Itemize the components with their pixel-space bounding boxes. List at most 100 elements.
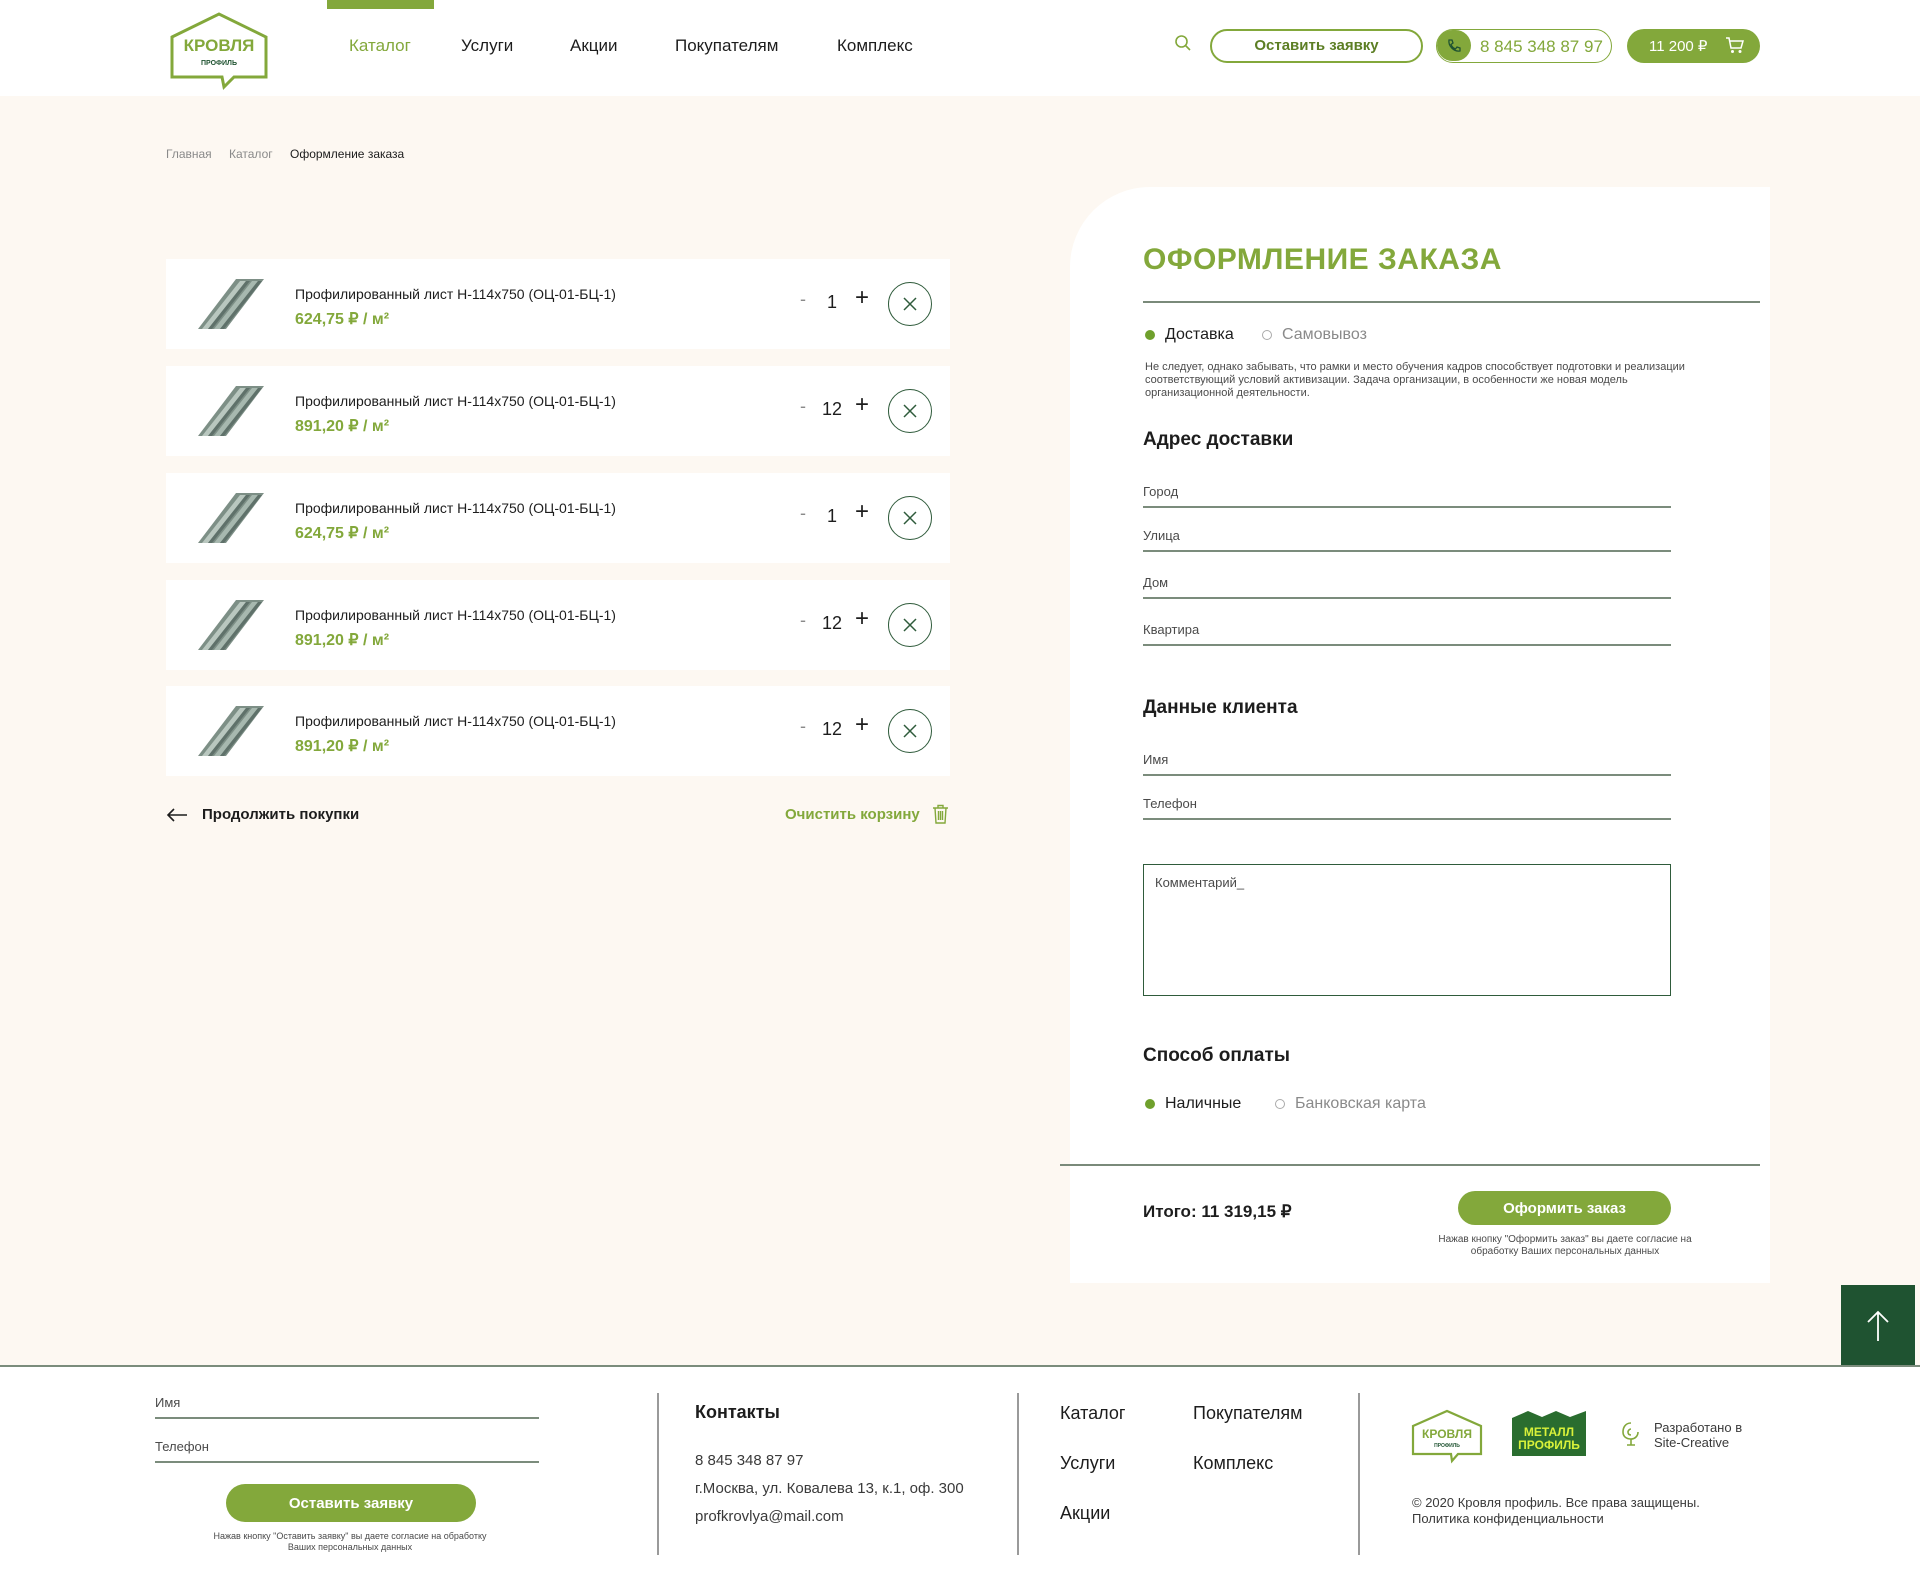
clear-cart-link[interactable]: Очистить корзину	[785, 806, 920, 823]
remove-item-button[interactable]	[888, 282, 932, 326]
continue-shopping-link[interactable]: Продолжить покупки	[202, 806, 359, 823]
scroll-to-top-button[interactable]	[1841, 1285, 1915, 1367]
quantity-value[interactable]: 1	[812, 506, 852, 527]
phone-button[interactable]: 8 845 348 87 97	[1436, 29, 1612, 63]
nav-promotions[interactable]: Акции	[570, 36, 618, 56]
product-name[interactable]: Профилированный лист Н-114х750 (ОЦ-01-БЦ…	[295, 393, 616, 409]
product-name[interactable]: Профилированный лист Н-114х750 (ОЦ-01-БЦ…	[295, 607, 616, 623]
title-divider	[1143, 301, 1760, 303]
quantity-increase-button[interactable]: +	[850, 498, 874, 526]
pickup-option[interactable]: Самовывоз	[1282, 326, 1367, 344]
quantity-increase-button[interactable]: +	[850, 284, 874, 312]
remove-item-button[interactable]	[888, 709, 932, 753]
quantity-decrease-button[interactable]: -	[796, 716, 810, 737]
footer-consent-note: Нажав кнопку "Оставить заявку" вы даете …	[213, 1531, 487, 1552]
nav-services[interactable]: Услуги	[461, 36, 513, 56]
close-icon	[903, 297, 917, 311]
quantity-decrease-button[interactable]: -	[796, 396, 810, 417]
comment-placeholder: Комментарий_	[1155, 875, 1245, 890]
close-icon	[903, 724, 917, 738]
product-name[interactable]: Профилированный лист Н-114х750 (ОЦ-01-БЦ…	[295, 713, 616, 729]
footer-link-promotions[interactable]: Акции	[1060, 1503, 1110, 1524]
house-field[interactable]: Дом	[1143, 569, 1671, 599]
footer-logo-metall-line1: МЕТАЛЛ	[1524, 1425, 1574, 1439]
product-thumbnail[interactable]	[196, 378, 266, 442]
cash-option[interactable]: Наличные	[1165, 1095, 1241, 1113]
trash-icon[interactable]	[932, 804, 949, 824]
developer-line1: Разработано в	[1654, 1420, 1743, 1435]
product-thumbnail[interactable]	[196, 592, 266, 656]
footer-link-complex[interactable]: Комплекс	[1193, 1453, 1273, 1474]
footer-request-button[interactable]: Оставить заявку	[226, 1484, 476, 1522]
cart-item: Профилированный лист Н-114х750 (ОЦ-01-БЦ…	[166, 259, 950, 349]
cart-item: Профилированный лист Н-114х750 (ОЦ-01-БЦ…	[166, 473, 950, 563]
footer-name-label: Имя	[155, 1395, 181, 1410]
apartment-field[interactable]: Квартира	[1143, 616, 1671, 646]
delivery-radio-selected[interactable]	[1145, 330, 1155, 340]
place-order-button[interactable]: Оформить заказ	[1458, 1191, 1671, 1225]
breadcrumb-catalog[interactable]: Каталог	[229, 147, 273, 161]
footer-phone[interactable]: 8 845 348 87 97	[695, 1452, 803, 1469]
privacy-link[interactable]: Политика конфиденциальности	[1412, 1511, 1700, 1527]
quantity-value[interactable]: 12	[812, 399, 852, 420]
cart-item: Профилированный лист Н-114х750 (ОЦ-01-БЦ…	[166, 366, 950, 456]
phone-label: Телефон	[1143, 796, 1197, 811]
total-divider	[1060, 1164, 1760, 1166]
remove-item-button[interactable]	[888, 389, 932, 433]
city-label: Город	[1143, 484, 1179, 499]
comment-textarea[interactable]: Комментарий_	[1143, 864, 1671, 996]
quantity-value[interactable]: 1	[812, 292, 852, 313]
footer-name-field[interactable]: Имя	[155, 1391, 539, 1419]
quantity-increase-button[interactable]: +	[850, 711, 874, 739]
product-thumbnail[interactable]	[196, 698, 266, 762]
quantity-increase-button[interactable]: +	[850, 605, 874, 633]
payment-title: Способ оплаты	[1143, 1045, 1290, 1066]
card-radio[interactable]	[1275, 1099, 1285, 1109]
developer-credit[interactable]: Разработано в Site-Creative	[1654, 1420, 1742, 1450]
product-name[interactable]: Профилированный лист Н-114х750 (ОЦ-01-БЦ…	[295, 500, 616, 516]
address-title: Адрес доставки	[1143, 429, 1294, 450]
footer-email[interactable]: profkrovlya@mail.com	[695, 1508, 844, 1525]
breadcrumb-home[interactable]: Главная	[166, 147, 212, 161]
copyright-text: © 2020 Кровля профиль. Все права защищен…	[1412, 1495, 1700, 1510]
city-field[interactable]: Город	[1143, 478, 1671, 508]
footer-logo-metall-line2: ПРОФИЛЬ	[1518, 1438, 1580, 1452]
request-button[interactable]: Оставить заявку	[1210, 29, 1423, 63]
nav-catalog[interactable]: Каталог	[349, 36, 411, 56]
pickup-radio[interactable]	[1262, 330, 1272, 340]
nav-complex[interactable]: Комплекс	[837, 36, 913, 56]
cart-button[interactable]: 11 200 ₽	[1627, 29, 1760, 63]
remove-item-button[interactable]	[888, 496, 932, 540]
cash-radio-selected[interactable]	[1145, 1099, 1155, 1109]
quantity-value[interactable]: 12	[812, 613, 852, 634]
remove-item-button[interactable]	[888, 603, 932, 647]
phone-icon	[1437, 30, 1471, 61]
phone-number: 8 845 348 87 97	[1480, 37, 1603, 56]
card-option[interactable]: Банковская карта	[1295, 1095, 1426, 1113]
footer-link-customers[interactable]: Покупателям	[1193, 1403, 1302, 1424]
product-price: 624,75 ₽ / м²	[295, 311, 390, 328]
quantity-decrease-button[interactable]: -	[796, 503, 810, 524]
close-icon	[903, 618, 917, 632]
footer-logo-krovlya-line1: КРОВЛЯ	[1422, 1427, 1472, 1441]
logo[interactable]: КРОВЛЯ ПРОФИЛЬ	[166, 11, 272, 91]
search-icon[interactable]	[1174, 34, 1192, 52]
footer-address: г.Москва, ул. Ковалева 13, к.1, оф. 300	[695, 1480, 964, 1497]
quantity-value[interactable]: 12	[812, 719, 852, 740]
nav-customers[interactable]: Покупателям	[675, 36, 778, 56]
footer-link-services[interactable]: Услуги	[1060, 1453, 1115, 1474]
street-field[interactable]: Улица	[1143, 522, 1671, 552]
product-thumbnail[interactable]	[196, 485, 266, 549]
footer-phone-field[interactable]: Телефон	[155, 1435, 539, 1463]
quantity-increase-button[interactable]: +	[850, 391, 874, 419]
nav-active-indicator	[327, 0, 434, 9]
name-field[interactable]: Имя	[1143, 746, 1671, 776]
quantity-decrease-button[interactable]: -	[796, 289, 810, 310]
logo-line1: КРОВЛЯ	[184, 36, 255, 55]
product-thumbnail[interactable]	[196, 271, 266, 335]
footer-link-catalog[interactable]: Каталог	[1060, 1403, 1125, 1424]
delivery-option[interactable]: Доставка	[1165, 326, 1234, 344]
quantity-decrease-button[interactable]: -	[796, 610, 810, 631]
phone-field[interactable]: Телефон	[1143, 790, 1671, 820]
product-name[interactable]: Профилированный лист Н-114х750 (ОЦ-01-БЦ…	[295, 286, 616, 302]
